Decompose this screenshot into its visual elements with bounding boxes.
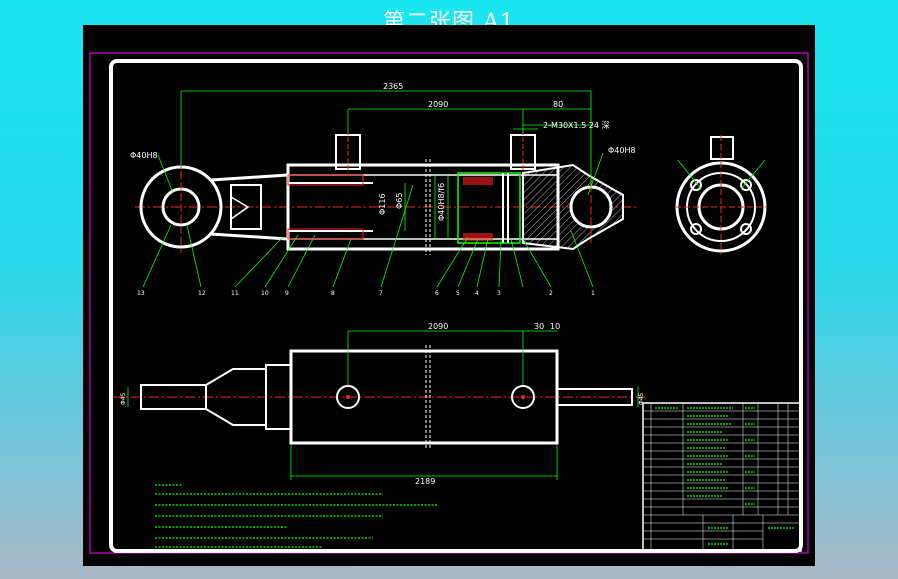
dim-pin-hole-left: Φ40H8	[130, 151, 158, 160]
callout-10: 10	[261, 290, 269, 297]
dim-bottom-length: 2189	[415, 477, 435, 486]
outer-frame	[89, 52, 809, 554]
callout-6: 6	[435, 290, 439, 297]
dim-port-thread: 2-M30X1.5 24 深	[543, 121, 610, 130]
callout-8: 8	[331, 290, 335, 297]
end-view	[675, 135, 767, 255]
dim-rod-dia: Φ116	[378, 193, 387, 215]
dim-stroke: 2090	[428, 100, 448, 109]
callout-1: 1	[591, 290, 595, 297]
dim-pin-hole-right: Φ40H8	[608, 146, 636, 155]
part-callouts: 13 12 11 10 9 8 7 6 5 4 3 2 1	[137, 290, 595, 297]
callout-13: 13	[137, 290, 145, 297]
dim-port-offset: 80	[553, 100, 563, 109]
dim-bore-dia: Φ65	[395, 193, 404, 209]
technical-notes	[155, 484, 438, 548]
cylinder-section-view	[135, 130, 638, 255]
callout-3: 3	[497, 290, 501, 297]
callout-7: 7	[379, 290, 383, 297]
callout-2: 2	[549, 290, 553, 297]
dim-bottom-d1: 30	[534, 322, 544, 331]
dim-bottom-d2: 10	[550, 322, 560, 331]
dim-rod-end-dia: Φ45	[120, 392, 127, 405]
cad-drawing: 2365 2090 80 2-M30X1.5 24 深 Φ40H8 Φ40H8 …	[89, 52, 809, 554]
dim-piston-fit: Φ40H8/f6	[437, 183, 446, 221]
title-block	[642, 402, 802, 552]
dim-bottom-stroke: 2090	[428, 322, 448, 331]
callout-5: 5	[456, 290, 460, 297]
cylinder-top-view	[113, 345, 645, 449]
callout-9: 9	[285, 290, 289, 297]
drawing-sheet: 2365 2090 80 2-M30X1.5 24 深 Φ40H8 Φ40H8 …	[83, 25, 815, 566]
border-frame	[109, 59, 803, 553]
callout-4: 4	[475, 290, 479, 297]
callout-11: 11	[231, 290, 239, 297]
callout-12: 12	[198, 290, 206, 297]
dim-overall-length: 2365	[383, 82, 403, 91]
